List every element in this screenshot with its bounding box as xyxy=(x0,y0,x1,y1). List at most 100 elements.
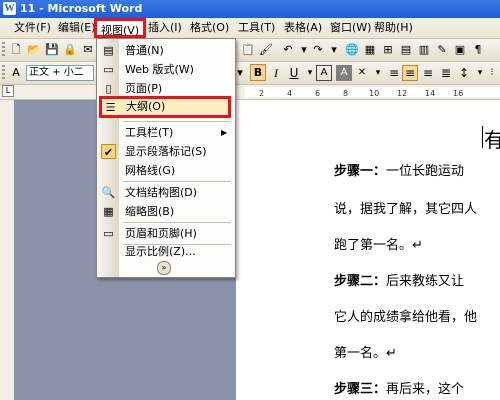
menu-separator xyxy=(123,181,231,182)
permission-icon[interactable]: 🔒 xyxy=(62,42,78,58)
toolbar-grip[interactable] xyxy=(2,42,5,58)
web-layout-icon: ▭ xyxy=(103,63,114,76)
columns-icon[interactable]: ▥ xyxy=(416,42,432,58)
paragraph-line: 它人的成绩拿给他看，他 xyxy=(334,306,477,325)
menu-item-label: Web 版式(W) xyxy=(125,63,194,76)
insert-table-icon[interactable]: ⊞ xyxy=(380,42,396,58)
ruler-tick: 10 xyxy=(369,89,380,98)
justify-icon[interactable]: ≣ xyxy=(438,65,454,81)
menu-item-toolbars[interactable]: 工具栏(T) ▶ xyxy=(97,123,235,142)
expand-menu-chevron-icon[interactable]: » xyxy=(157,261,171,275)
menu-format[interactable]: 格式(O) xyxy=(190,21,229,35)
numbering-icon[interactable]: ⁝ xyxy=(484,65,500,81)
undo-icon[interactable]: ↶ xyxy=(280,42,296,58)
formatting-toolbar: A 正文 + 小二 ▾ B I U ▾ A A ✕ ▾ ≡ ≡ ≡ ≣ ↕ ▾ … xyxy=(0,62,500,85)
open-folder-icon[interactable]: 📂 xyxy=(26,42,42,58)
menu-item-web-layout[interactable]: ▭ Web 版式(W) xyxy=(97,60,235,79)
vertical-ruler[interactable] xyxy=(0,100,15,400)
paragraph-line: 步骤一：一位长跑运动 xyxy=(334,160,464,179)
save-icon[interactable]: 💾 xyxy=(44,42,60,58)
horizontal-ruler[interactable]: L 2 4 6 8 10 12 14 16 xyxy=(0,85,500,100)
ruler-tick: 6 xyxy=(315,89,321,98)
view-menu-dropdown: ▤ 普通(N) ▭ Web 版式(W) ▯ 页面(P) ☰ 大纲(O) 工具栏(… xyxy=(96,38,236,278)
word-app-icon[interactable]: W xyxy=(3,2,16,15)
line-text: 它人的成绩拿给他看，他 xyxy=(334,310,478,325)
menu-separator xyxy=(123,222,231,223)
char-shading-icon[interactable]: A xyxy=(336,65,352,81)
ruler-tick: 8 xyxy=(343,89,349,98)
redo-icon[interactable]: ↷ xyxy=(310,42,326,58)
char-scale-icon[interactable]: ✕ xyxy=(354,65,370,81)
menu-item-label: 显示比例(Z)... xyxy=(125,245,196,258)
menu-item-gridlines[interactable]: 网格线(G) xyxy=(97,161,235,180)
toolbar-grip-2[interactable] xyxy=(2,65,5,81)
menu-item-thumbnails[interactable]: ▦ 缩略图(B) xyxy=(97,202,235,221)
menu-file[interactable]: 文件(F) xyxy=(14,21,51,35)
menu-help[interactable]: 帮助(H) xyxy=(374,21,413,35)
align-center-icon[interactable]: ≡ xyxy=(402,65,418,81)
page-layout-icon: ▯ xyxy=(105,82,112,95)
menu-item-show-paragraph-marks[interactable]: ✔ 显示段落标记(S) xyxy=(97,142,235,161)
ruler-tick: 4 xyxy=(287,89,293,98)
standard-toolbar: 🗋 📂 💾 🔒 ✉ 📋 🖌 ↶ ▾ ↷ ▾ 🌐 ▦ ⊞ ▤ ▥ ✎ ▣ ¶ xyxy=(0,39,500,62)
scale-dropdown-icon[interactable]: ▾ xyxy=(370,65,386,81)
header-footer-icon: ▭ xyxy=(103,227,114,240)
hyperlink-icon[interactable]: 🌐 xyxy=(344,42,360,58)
menu-item-outline[interactable]: ☰ 大纲(O) xyxy=(99,96,231,118)
insert-excel-icon[interactable]: ▤ xyxy=(398,42,414,58)
menu-tools[interactable]: 工具(T) xyxy=(238,21,275,35)
italic-button[interactable]: I xyxy=(268,65,284,81)
ruler-tick: 2 xyxy=(259,89,265,98)
bold-button[interactable]: B xyxy=(250,64,266,81)
tables-borders-icon[interactable]: ▦ xyxy=(362,42,378,58)
menu-table[interactable]: 表格(A) xyxy=(284,21,322,35)
style-combo[interactable]: 正文 + 小二 xyxy=(26,65,94,81)
menu-insert[interactable]: 插入(I) xyxy=(148,21,182,35)
menu-item-header-footer[interactable]: ▭ 页眉和页脚(H) xyxy=(97,224,235,243)
submenu-arrow-icon: ▶ xyxy=(221,128,228,137)
format-painter-icon[interactable]: 🖌 xyxy=(258,42,274,58)
menu-item-label: 普通(N) xyxy=(125,44,164,57)
align-left-icon[interactable]: ≡ xyxy=(386,65,402,81)
line-text: 说，据我了解，其它四人 xyxy=(334,202,478,217)
line-spacing-icon[interactable]: ↕ xyxy=(456,65,472,81)
menu-item-label: 网格线(G) xyxy=(125,164,176,177)
menu-item-zoom[interactable]: 显示比例(Z)... xyxy=(97,242,235,261)
step-heading: 步骤二： xyxy=(334,274,387,289)
title-bar: W 11 - Microsoft Word xyxy=(0,0,500,18)
underline-button[interactable]: U xyxy=(286,65,302,81)
menu-view[interactable]: 视图(V) xyxy=(94,18,147,38)
menu-item-document-map[interactable]: 🔍 文档结构图(D) xyxy=(97,183,235,202)
menu-item-label: 文档结构图(D) xyxy=(125,186,198,199)
menu-item-label: 显示段落标记(S) xyxy=(125,145,207,158)
line-text: 第一名。↵ xyxy=(334,346,397,361)
outline-view-icon: ☰ xyxy=(105,101,116,114)
thumbnails-icon: ▦ xyxy=(103,205,114,218)
checkmark-icon: ✔ xyxy=(101,144,116,159)
ruler-tick: 14 xyxy=(425,89,436,98)
redo-dropdown-icon[interactable]: ▾ xyxy=(326,42,342,58)
styles-icon[interactable]: A xyxy=(8,65,24,81)
line-text: 跑了第一名。↵ xyxy=(334,238,423,253)
tab-selector-icon[interactable]: L xyxy=(2,85,14,97)
document-map-toolbar-icon[interactable]: ▣ xyxy=(452,42,468,58)
show-hide-icon[interactable]: ¶ xyxy=(470,42,486,58)
paragraph-line: 说，据我了解，其它四人 xyxy=(334,198,477,217)
align-right-icon[interactable]: ≡ xyxy=(420,65,436,81)
document-page[interactable]: 有 步骤一：一位长跑运动 说，据我了解，其它四人 跑了第一名。↵ 步骤二：后来教… xyxy=(236,100,500,400)
menu-item-label: 工具栏(T) xyxy=(125,126,174,139)
window-title: 11 - Microsoft Word xyxy=(20,2,143,15)
menu-window[interactable]: 窗口(W) xyxy=(330,21,371,35)
drawing-icon[interactable]: ✎ xyxy=(434,42,450,58)
menu-separator xyxy=(123,121,231,122)
menu-edit[interactable]: 编辑(E) xyxy=(58,21,96,35)
menu-item-normal[interactable]: ▤ 普通(N) xyxy=(97,41,235,60)
new-document-icon[interactable]: 🗋 xyxy=(8,42,24,58)
document-map-icon: 🔍 xyxy=(101,186,116,199)
email-icon[interactable]: ✉ xyxy=(80,42,96,58)
menu-item-label: 页眉和页脚(H) xyxy=(125,227,197,240)
paragraph-line: 步骤二：后来教练又让 xyxy=(334,270,464,289)
paragraph-line: 跑了第一名。↵ xyxy=(334,234,423,253)
char-border-icon[interactable]: A xyxy=(316,65,332,81)
paste-icon[interactable]: 📋 xyxy=(240,42,256,58)
